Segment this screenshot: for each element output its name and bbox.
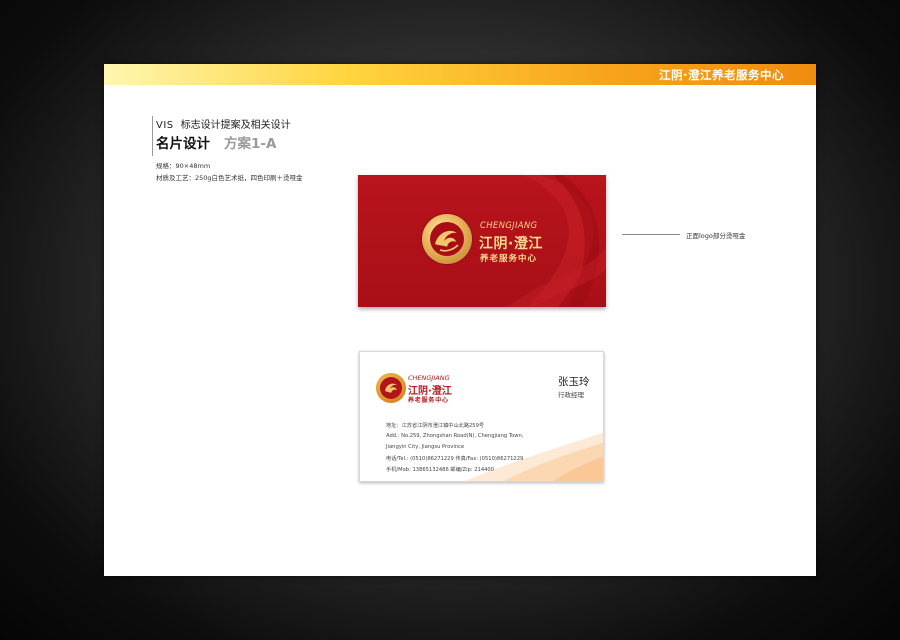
business-card-back: CHENGJIANG 江阴·澄江 养老服务中心 张玉玲 行政经理 地址：江苏省江…	[359, 351, 604, 482]
address-line: Jiangyin City, Jiangsu Province	[386, 444, 465, 450]
address-line: 电话/Tel.: (0510)86271229 传真/Fax: (0510)86…	[386, 456, 524, 462]
vis-label: 标志设计提案及相关设计	[180, 120, 291, 131]
heading-rule	[152, 116, 153, 156]
title-sub: 方案1-A	[224, 136, 277, 152]
business-card-front: CHENGJIANG 江阴·澄江 养老服务中心	[358, 175, 606, 307]
phoenix-logo-icon	[422, 214, 472, 264]
back-brand-en: CHENGJIANG	[408, 374, 450, 382]
card-wave-decoration	[464, 432, 603, 481]
vis-heading: VIS 标志设计提案及相关设计	[156, 116, 291, 131]
spec-size: 规格：90×48mm	[156, 162, 211, 170]
callout-text: 正面logo部分烫哑金	[686, 232, 746, 240]
phoenix-logo-small-icon	[376, 373, 406, 403]
presentation-sheet: 江阴·澄江养老服务中心 VIS 标志设计提案及相关设计 名片设计 方案1-A 规格：…	[104, 64, 816, 576]
address-line: 地址：江苏省江阴市澄江镇中山北路259号	[386, 423, 485, 429]
vis-tag: VIS	[156, 120, 174, 131]
front-brand-en: CHENGJIANG	[480, 221, 538, 231]
spec-material: 材质及工艺：250g白色艺术纸，四色印刷＋烫哑金	[156, 174, 303, 182]
address-line: Add.: No.259, Zhongshan Road(N), Chengji…	[386, 433, 524, 439]
title-main: 名片设计	[156, 136, 210, 152]
page-title: 名片设计 方案1-A	[156, 132, 276, 152]
address-line: 手机/Mob: 13865132486 邮编/Zip: 214400	[386, 467, 495, 473]
header-bar: 江阴·澄江养老服务中心	[104, 64, 816, 85]
person-name: 张玉玲	[558, 376, 590, 388]
front-brand-sub: 养老服务中心	[480, 254, 538, 264]
person-title: 行政经理	[558, 391, 584, 399]
front-brand-cn: 江阴·澄江	[479, 236, 543, 252]
back-brand-sub: 养老服务中心	[408, 397, 449, 404]
callout-line	[622, 234, 680, 235]
header-title: 江阴·澄江养老服务中心	[659, 68, 784, 82]
